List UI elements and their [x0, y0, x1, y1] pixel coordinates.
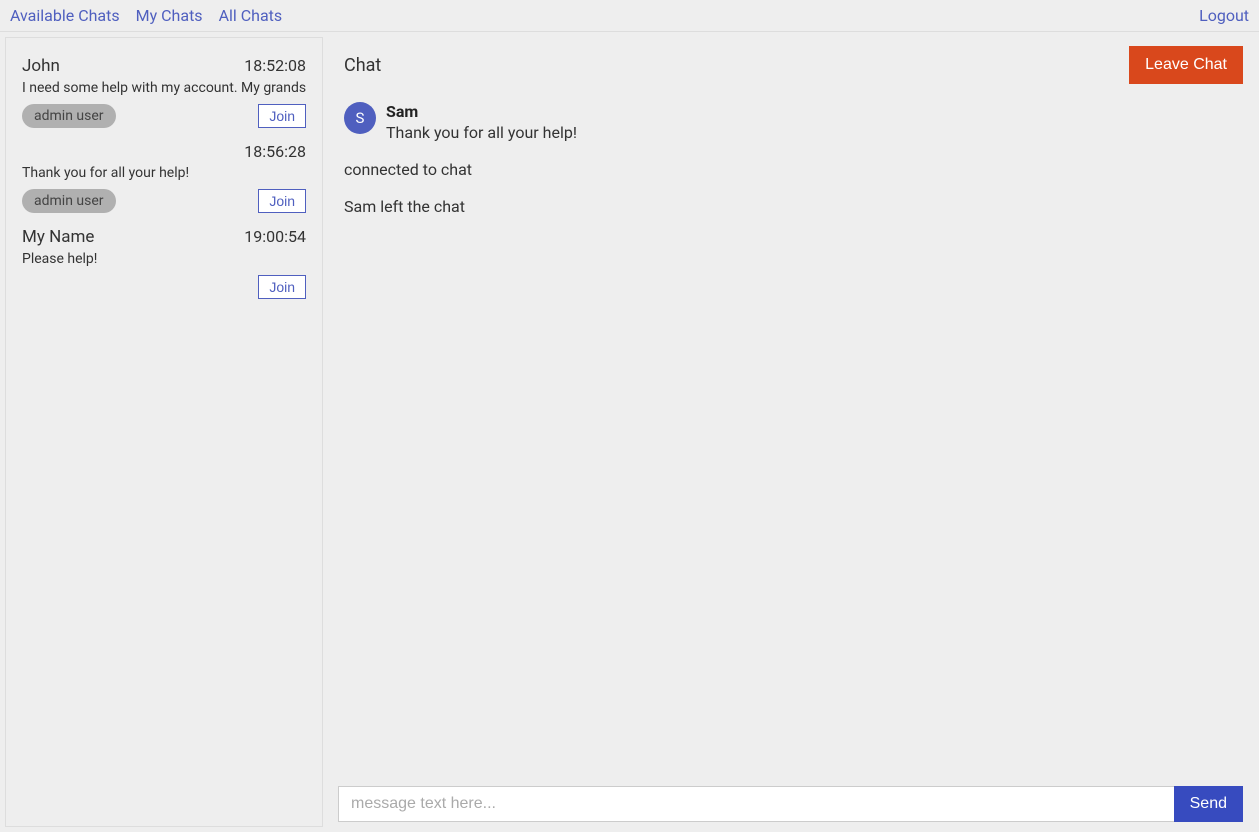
chat-item-timestamp: 19:00:54	[244, 227, 306, 246]
chat-title: Chat	[344, 55, 381, 76]
chat-item-timestamp: 18:56:28	[244, 142, 306, 161]
chat-item-preview: I need some help with my account. My gra…	[22, 80, 306, 96]
content: Chat Leave Chat S Sam Thank you for all …	[328, 32, 1259, 832]
sidebar: John 18:52:08 I need some help with my a…	[5, 37, 323, 827]
chat-list-item[interactable]: John 18:52:08 I need some help with my a…	[6, 48, 322, 134]
chat-item-timestamp: 18:52:08	[244, 56, 306, 75]
chat-list-item[interactable]: My Name 19:00:54 Please help! Join	[6, 219, 322, 305]
nav-logout[interactable]: Logout	[1199, 6, 1249, 25]
join-button[interactable]: Join	[258, 275, 306, 299]
chat-header: Chat Leave Chat	[338, 42, 1243, 84]
message-input[interactable]	[338, 786, 1174, 822]
main: John 18:52:08 I need some help with my a…	[0, 32, 1259, 832]
chat-item-preview: Please help!	[22, 251, 306, 267]
messages-area: S Sam Thank you for all your help! conne…	[338, 102, 1243, 786]
chat-item-preview: Thank you for all your help!	[22, 165, 306, 181]
leave-chat-button[interactable]: Leave Chat	[1129, 46, 1243, 84]
chat-item-badge: admin user	[22, 189, 116, 213]
send-button[interactable]: Send	[1174, 786, 1243, 822]
composer: Send	[338, 786, 1243, 822]
avatar: S	[344, 102, 376, 134]
chat-item-badge: admin user	[22, 104, 116, 128]
chat-item-name: John	[22, 56, 60, 76]
chat-message: S Sam Thank you for all your help!	[344, 102, 1243, 142]
chat-item-name: My Name	[22, 227, 94, 247]
nav-my-chats[interactable]: My Chats	[136, 6, 203, 25]
navbar-left: Available Chats My Chats All Chats	[10, 6, 282, 25]
system-message: connected to chat	[344, 160, 1243, 179]
navbar: Available Chats My Chats All Chats Logou…	[0, 0, 1259, 32]
join-button[interactable]: Join	[258, 189, 306, 213]
join-button[interactable]: Join	[258, 104, 306, 128]
nav-all-chats[interactable]: All Chats	[219, 6, 283, 25]
chat-list-item[interactable]: 18:56:28 Thank you for all your help! ad…	[6, 134, 322, 219]
message-text: Thank you for all your help!	[386, 123, 577, 142]
message-sender: Sam	[386, 102, 577, 121]
nav-available-chats[interactable]: Available Chats	[10, 6, 120, 25]
system-message: Sam left the chat	[344, 197, 1243, 216]
